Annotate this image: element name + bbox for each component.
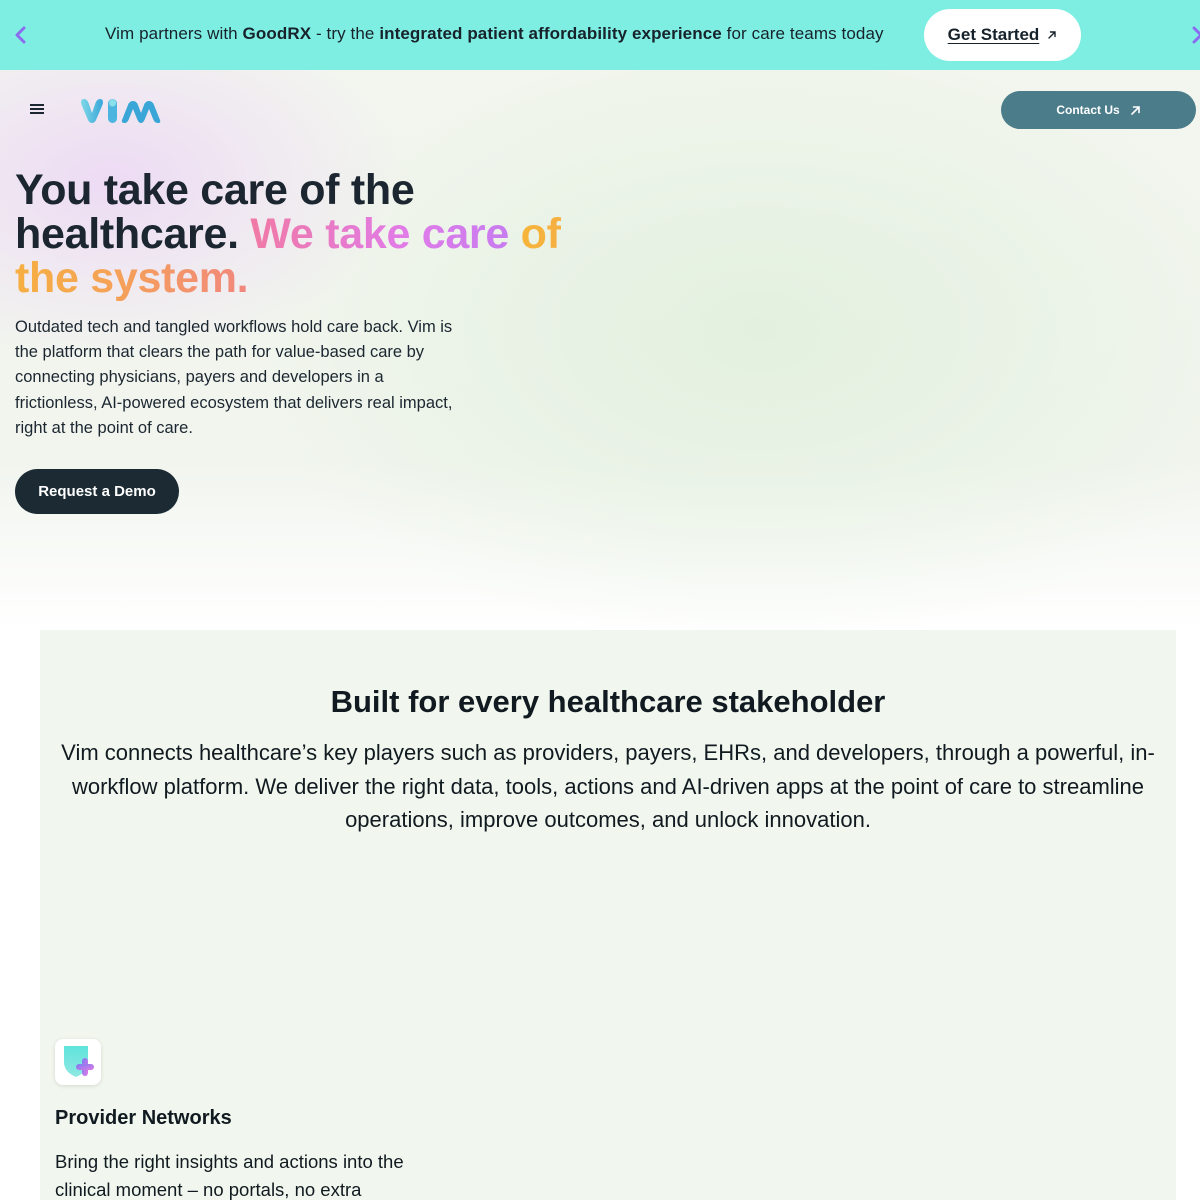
hero-section: Contact Us You take care of the healthca…: [0, 70, 1200, 630]
stakeholders-section: Built for every healthcare stakeholder V…: [40, 630, 1176, 1200]
hamburger-menu-icon[interactable]: [30, 104, 46, 116]
get-started-label: Get Started: [947, 25, 1040, 44]
hero-headline: You take care of the healthcare. We take…: [15, 168, 575, 300]
hero-description: Outdated tech and tangled workflows hold…: [15, 318, 453, 437]
announcement-brand: GoodRX: [242, 24, 312, 43]
announcement-highlight: integrated patient affordability experie…: [379, 24, 722, 43]
chevron-right-icon[interactable]: [1184, 22, 1200, 48]
contact-us-label: Contact Us: [1056, 103, 1120, 117]
arrow-up-right-icon: [1130, 105, 1140, 115]
headline-pink: We take care: [250, 210, 509, 258]
card-description: Bring the right insights and actions int…: [55, 1151, 404, 1200]
vim-logo[interactable]: [78, 96, 164, 126]
card-title: Provider Networks: [55, 1107, 232, 1129]
shield-plus-icon: [55, 1039, 101, 1085]
contact-us-button[interactable]: Contact Us: [1001, 91, 1196, 129]
arrow-up-right-icon: [1048, 31, 1057, 39]
chevron-left-icon[interactable]: [8, 22, 34, 48]
section-title: Built for every healthcare stakeholder: [330, 684, 886, 719]
section-lead: Vim connects healthcare’s key players su…: [61, 740, 1155, 832]
announcement-message: Vim partners with GoodRX - try the integ…: [105, 24, 884, 43]
get-started-button[interactable]: Get Started: [924, 9, 1081, 61]
announcement-bar: Vim partners with GoodRX - try the integ…: [0, 0, 1200, 70]
request-demo-button[interactable]: Request a Demo: [15, 469, 179, 514]
